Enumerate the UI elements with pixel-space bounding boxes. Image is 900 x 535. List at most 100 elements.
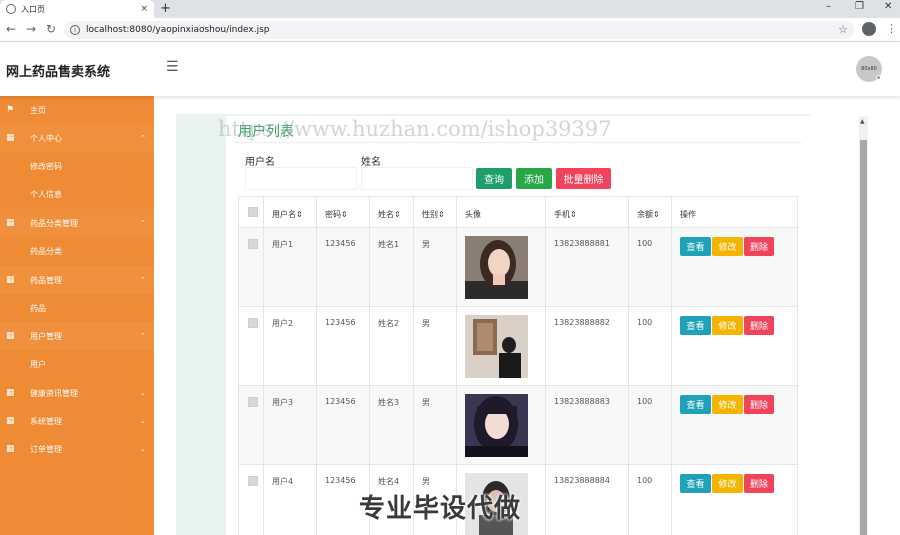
row-checkbox[interactable] [248,318,258,328]
row-checkbox[interactable] [248,476,258,486]
column-header-username[interactable]: 用户名⇕ [272,209,303,220]
row-checkbox[interactable] [248,397,258,407]
column-header-name[interactable]: 姓名⇕ [378,209,401,220]
cell-balance: 100 [637,397,653,406]
username-filter-input[interactable] [245,167,357,190]
menu-toggle-icon[interactable]: ☰ [166,59,179,75]
cell-gender: 男 [422,319,430,328]
page-title: 用户列表 [238,124,294,140]
view-button[interactable]: 查看 [680,395,711,414]
sidebar-group-drug-category[interactable]: ▦ 药品分类管理 ⌃ [0,209,154,237]
sidebar-group-user[interactable]: ▦ 用户管理 ⌃ [0,322,154,350]
column-divider [628,196,629,535]
cell-username: 用户4 [272,477,294,486]
scroll-up-icon[interactable]: ▲ [860,118,865,125]
url-field[interactable]: i localhost:8080/yaopinxiaoshou/index.js… [64,21,854,39]
row-checkbox[interactable] [248,239,258,249]
browser-profile-icon[interactable] [862,22,876,36]
column-header-gender[interactable]: 性别⇕ [422,209,445,220]
sidebar-item-system[interactable]: ▦ 系统管理 ⌄ [0,407,154,435]
chevron-up-icon: ⌃ [140,276,146,284]
view-button[interactable]: 查看 [680,237,711,256]
sidebar-item-change-password[interactable]: 修改密码 [0,152,154,180]
view-button[interactable]: 查看 [680,474,711,493]
cell-gender: 男 [422,398,430,407]
sidebar-item-personal-info[interactable]: 个人信息 [0,180,154,208]
minimize-icon[interactable]: – [826,1,831,12]
edit-button[interactable]: 修改 [712,474,743,493]
cell-balance: 100 [637,239,653,248]
grid-icon: ▦ [6,331,15,341]
cell-name: 姓名2 [378,319,400,328]
grid-icon: ▦ [6,133,15,143]
cell-password: 123456 [325,397,356,406]
column-header-balance[interactable]: 余额⇕ [637,209,660,220]
delete-button[interactable]: 删除 [744,395,774,414]
grid-icon: ▦ [6,416,15,426]
scrollbar-thumb[interactable] [860,140,867,535]
sidebar-item-label: 药品分类 [30,246,62,256]
sidebar-item-label: 用户 [30,359,46,369]
sidebar-group-personal[interactable]: ▦ 个人中心 ⌃ [0,124,154,152]
cell-name: 姓名3 [378,398,400,407]
new-tab-button[interactable]: + [160,1,171,16]
cell-password: 123456 [325,318,356,327]
avatar[interactable]: 80x80 [856,56,882,82]
page-scrollbar[interactable]: ▲ [859,116,868,535]
column-header-phone[interactable]: 手机⇕ [554,209,577,220]
user-avatar-photo [465,394,528,457]
column-divider [413,196,414,535]
column-divider [369,196,370,535]
chevron-up-icon: ⌃ [140,332,146,340]
search-button[interactable]: 查询 [476,168,512,189]
sidebar-item-user[interactable]: 用户 [0,350,154,378]
sidebar-item-label: 药品管理 [30,275,62,285]
sidebar-item-health-news[interactable]: ▦ 健康资讯管理 ⌄ [0,379,154,407]
browser-menu-icon[interactable]: ⋮ [886,22,897,35]
cell-phone: 13823888884 [554,476,610,485]
bookmark-star-icon[interactable]: ☆ [838,23,848,36]
sidebar-group-drug[interactable]: ▦ 药品管理 ⌃ [0,266,154,294]
cell-name: 姓名1 [378,240,400,249]
sidebar-item-drug-category[interactable]: 药品分类 [0,237,154,265]
forward-icon[interactable]: → [26,22,36,36]
name-filter-input[interactable] [361,167,473,190]
browser-tab[interactable]: 入口页 × [0,0,154,18]
column-divider [545,196,546,535]
grid-icon: ▦ [6,388,15,398]
chevron-down-icon: ⌄ [140,445,146,453]
edit-button[interactable]: 修改 [712,316,743,335]
edit-button[interactable]: 修改 [712,395,743,414]
table-row: 用户3 123456 姓名3 男 13823888883 100 查看 修改 删… [238,386,798,465]
view-button[interactable]: 查看 [680,316,711,335]
cell-balance: 100 [637,318,653,327]
chevron-down-icon: ⌄ [140,389,146,397]
column-header-password[interactable]: 密码⇕ [325,209,348,220]
status-dot [876,75,881,80]
sidebar-item-drug[interactable]: 药品 [0,294,154,322]
reload-icon[interactable]: ↻ [46,22,56,36]
table-row: 用户1 123456 姓名1 男 13823888881 100 查看 修改 删… [238,228,798,307]
chevron-down-icon: ⌄ [140,417,146,425]
table-row: 用户2 123456 姓名2 男 13823888882 100 查看 修改 删… [238,307,798,386]
sidebar-item-home[interactable]: ⚑ 主页 [0,96,154,124]
back-icon[interactable]: ← [6,22,16,36]
info-icon[interactable]: i [70,25,80,35]
column-divider [671,196,672,535]
select-all-checkbox[interactable] [248,207,258,217]
column-divider [316,196,317,535]
maximize-icon[interactable]: ❐ [855,1,864,12]
tab-close-icon[interactable]: × [140,4,148,14]
sidebar-item-label: 系统管理 [30,416,62,426]
edit-button[interactable]: 修改 [712,237,743,256]
add-button[interactable]: 添加 [516,168,552,189]
sidebar-item-label: 订单管理 [30,444,62,454]
sidebar-item-orders[interactable]: ▦ 订单管理 ⌄ [0,435,154,463]
delete-button[interactable]: 删除 [744,316,774,335]
promo-overlay-text: 专业毕设代做 [359,494,522,524]
batch-delete-button[interactable]: 批量删除 [556,168,611,189]
window-close-icon[interactable]: ✕ [884,1,892,12]
delete-button[interactable]: 删除 [744,474,774,493]
chevron-up-icon: ⌃ [140,219,146,227]
delete-button[interactable]: 删除 [744,237,774,256]
